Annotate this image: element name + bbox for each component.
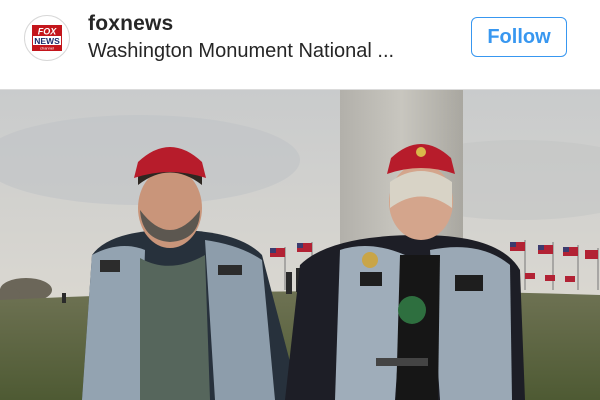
logo-tag: channel xyxy=(40,46,54,51)
fox-news-logo-icon: FOX NEWS channel xyxy=(32,25,62,51)
post-photo[interactable] xyxy=(0,90,600,400)
post-header: FOX NEWS channel foxnews Washington Monu… xyxy=(0,0,600,90)
photo-image xyxy=(0,90,600,400)
logo-subtext: NEWS xyxy=(34,36,60,46)
username[interactable]: foxnews xyxy=(88,12,173,36)
follow-button[interactable]: Follow xyxy=(471,17,567,57)
location-link[interactable]: Washington Monument National ... xyxy=(88,40,394,63)
avatar[interactable]: FOX NEWS channel xyxy=(24,15,70,61)
